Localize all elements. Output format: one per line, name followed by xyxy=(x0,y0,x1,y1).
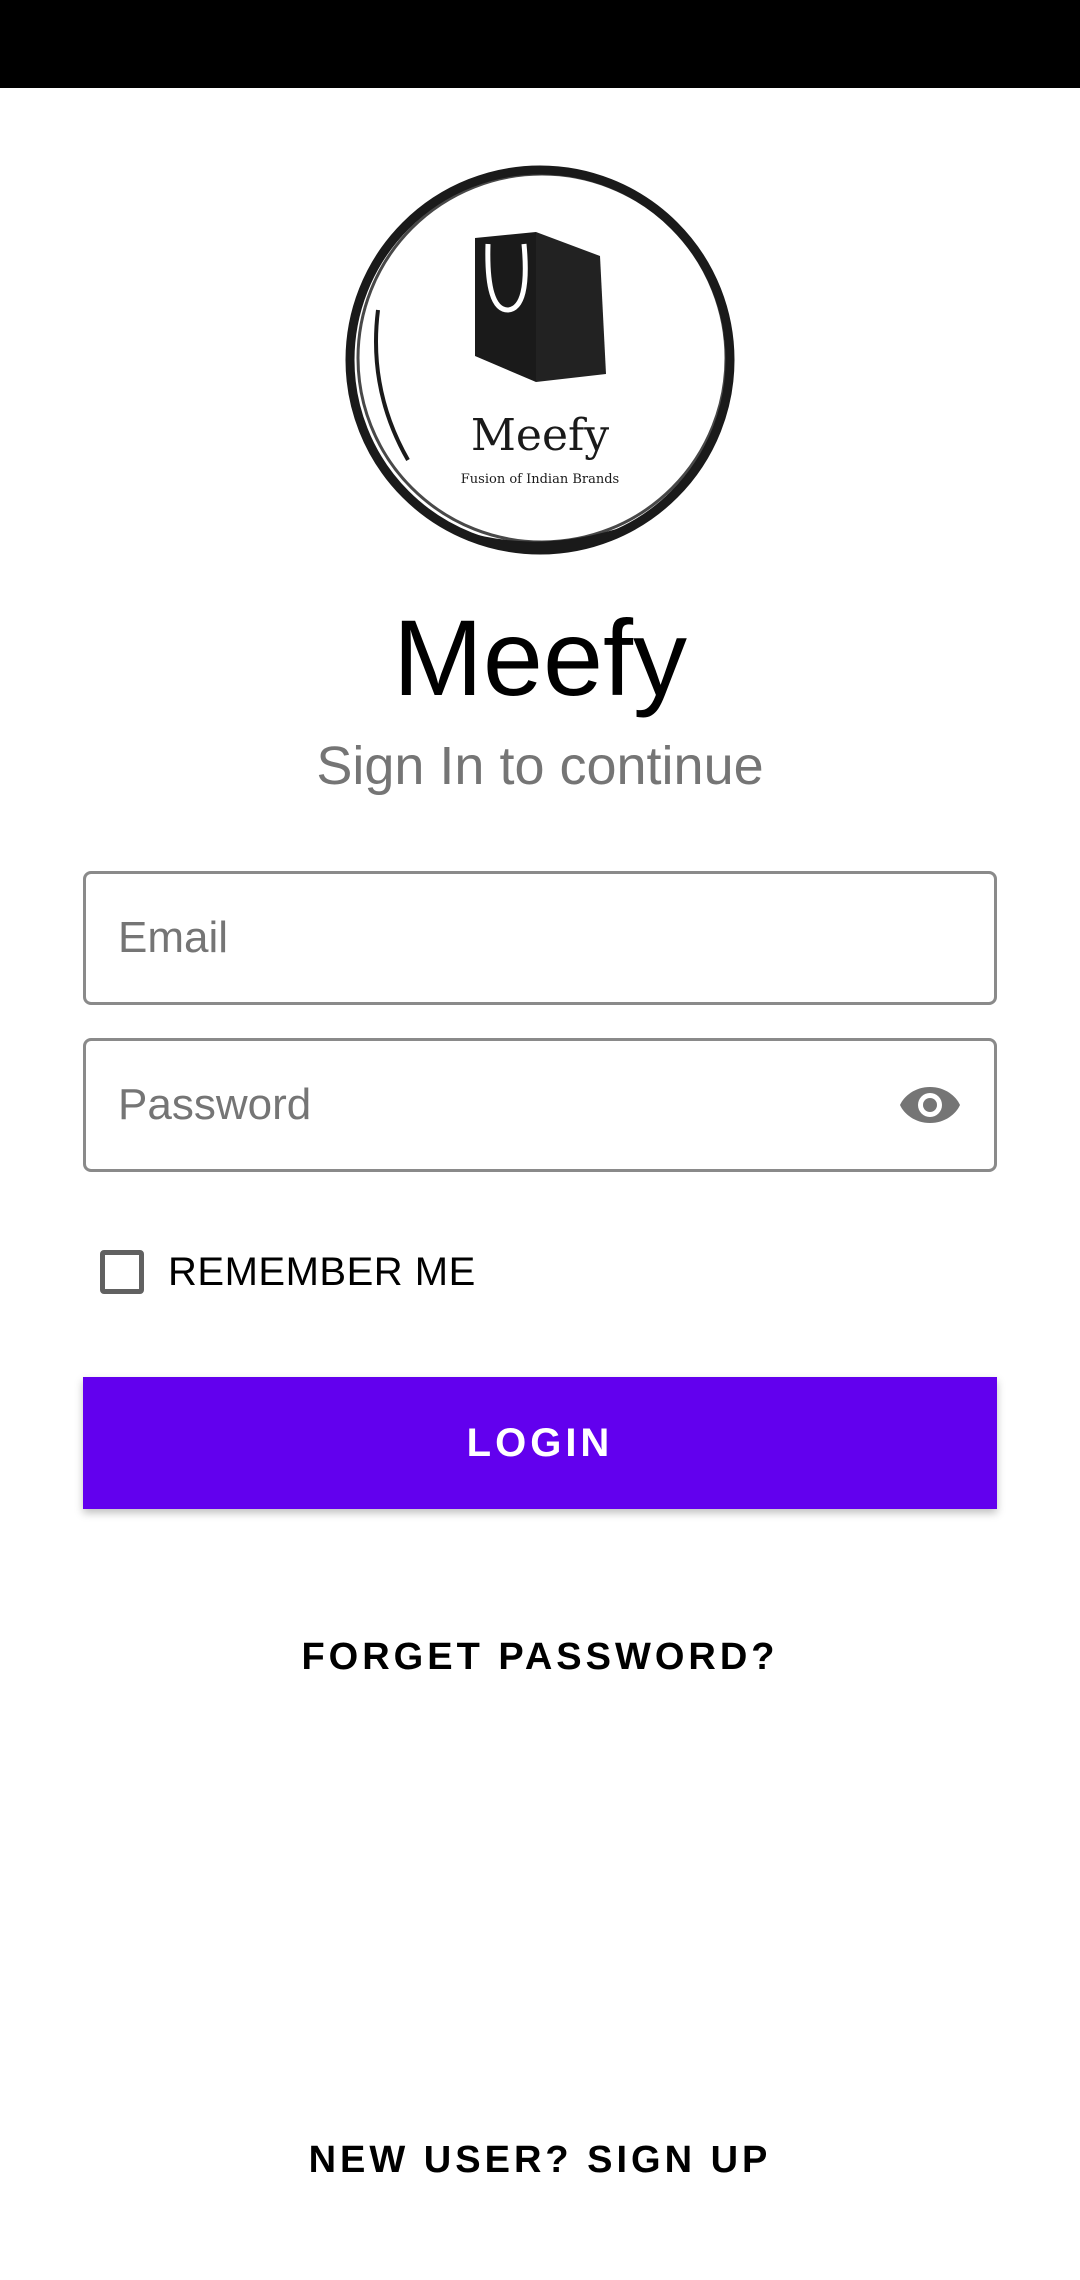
app-title: Meefy xyxy=(392,597,688,718)
login-screen: Meefy Fusion of Indian Brands Meefy Sign… xyxy=(0,0,1080,2280)
remember-me-label: REMEMBER ME xyxy=(168,1249,476,1294)
login-button[interactable]: LOGIN xyxy=(83,1377,997,1509)
email-input[interactable] xyxy=(118,874,918,1002)
password-input[interactable] xyxy=(118,1041,918,1169)
page-subtitle: Sign In to continue xyxy=(316,736,764,796)
password-visibility-toggle[interactable] xyxy=(896,1071,964,1139)
app-logo: Meefy Fusion of Indian Brands xyxy=(338,160,742,560)
logo-graphic xyxy=(345,165,735,555)
shopping-bag-icon xyxy=(475,232,606,382)
eye-icon xyxy=(900,1087,960,1123)
remember-me-checkbox[interactable] xyxy=(100,1250,144,1294)
logo-tagline: Fusion of Indian Brands xyxy=(460,472,620,487)
remember-me-row[interactable]: REMEMBER ME xyxy=(100,1244,476,1300)
email-field[interactable] xyxy=(83,871,997,1005)
forget-password-link[interactable]: FORGET PASSWORD? xyxy=(0,1636,1080,1679)
signup-link[interactable]: NEW USER? SIGN UP xyxy=(0,2139,1080,2182)
status-bar xyxy=(0,0,1080,88)
logo-brand-text: Meefy xyxy=(470,410,610,461)
password-field[interactable] xyxy=(83,1038,997,1172)
